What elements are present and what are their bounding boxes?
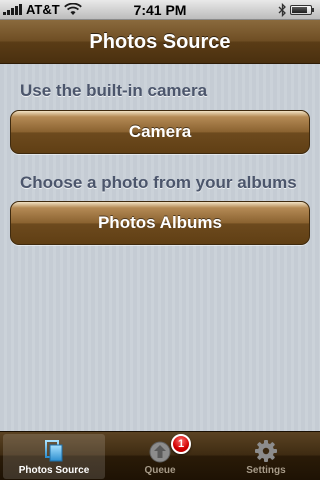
status-time: 7:41 PM bbox=[133, 2, 187, 18]
page-title: Photos Source bbox=[89, 31, 231, 53]
tab-queue[interactable]: 1 Queue bbox=[109, 434, 211, 479]
tab-queue-label: Queue bbox=[144, 465, 176, 476]
camera-section-label: Use the built-in camera bbox=[20, 81, 208, 100]
status-bar: AT&T 7:41 PM bbox=[0, 0, 320, 20]
tab-settings-label: Settings bbox=[246, 465, 286, 476]
navigation-bar: Photos Source bbox=[0, 20, 320, 64]
photos-albums-button[interactable]: Photos Albums bbox=[10, 201, 310, 245]
tab-settings[interactable]: Settings bbox=[215, 434, 317, 479]
tab-photos-source-label: Photos Source bbox=[18, 465, 90, 476]
photos-source-icon bbox=[45, 440, 63, 462]
albums-section-label: Choose a photo from your albums bbox=[20, 173, 297, 192]
bluetooth-icon bbox=[278, 3, 286, 17]
tab-bar: Photos Source 1 Queue Settings bbox=[0, 431, 320, 480]
tab-photos-source[interactable]: Photos Source bbox=[3, 434, 105, 479]
queue-count-badge: 1 bbox=[171, 434, 191, 454]
battery-icon bbox=[290, 5, 312, 15]
gear-icon bbox=[255, 440, 277, 462]
upload-queue-icon bbox=[149, 441, 171, 463]
camera-button[interactable]: Camera bbox=[10, 110, 310, 154]
battery-tip bbox=[312, 8, 314, 12]
